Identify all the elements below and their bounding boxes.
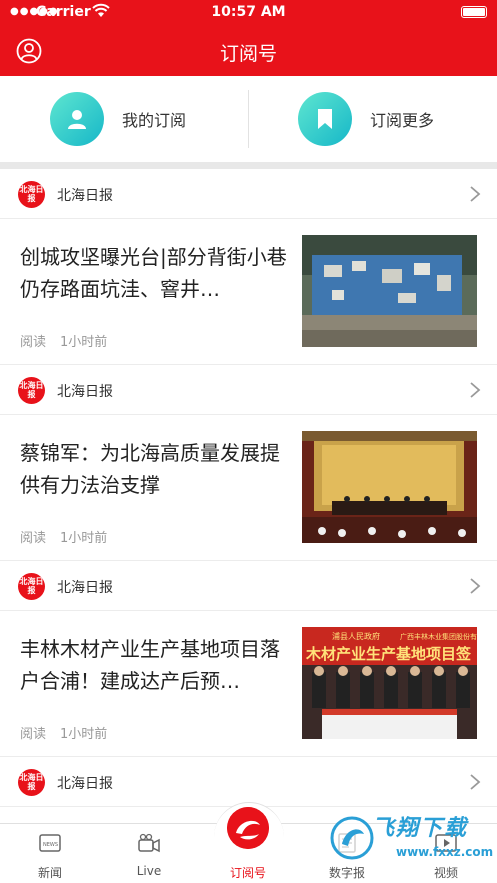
bookmark-icon — [298, 92, 352, 146]
source-name: 北海日报 — [57, 384, 113, 400]
article-time: 1小时前 — [60, 531, 108, 546]
source-logo: 北海日报 — [18, 377, 45, 404]
chevron-right-icon — [470, 382, 481, 398]
watermark-title: 飞翔下载 — [372, 816, 469, 841]
article-time: 1小时前 — [60, 727, 108, 742]
tab-label: 新闻 — [37, 866, 62, 880]
tab-live[interactable]: Live — [99, 824, 199, 883]
article-time: 1小时前 — [60, 335, 108, 350]
tab-label: Live — [136, 864, 162, 878]
source-row[interactable]: 北海日报 北海日报 — [0, 561, 497, 611]
article-thumbnail: 浦县人民政府 广西丰林木业集团股份有 木材产业生产基地项目签 — [302, 627, 477, 739]
source-row[interactable]: 北海日报 北海日报 — [0, 365, 497, 415]
nav-bar: 订阅号 — [0, 26, 497, 76]
read-label: 阅读 — [20, 531, 47, 546]
article-headline: 创城攻坚曝光台|部分背街小巷仍存路面坑洼、窨井… — [20, 245, 287, 301]
watermark-url: www.fxxz.com — [396, 845, 494, 859]
tab-news[interactable]: NEWS 新闻 — [0, 824, 100, 883]
article-thumbnail — [302, 235, 477, 347]
person-icon — [50, 92, 104, 146]
section-separator — [0, 162, 497, 169]
watermark: 飞翔下载 www.fxxz.com — [330, 800, 494, 880]
source-logo: 北海日报 — [18, 181, 45, 208]
banner-right-text: 广西丰林木业集团股份有 — [400, 632, 477, 641]
source-name: 北海日报 — [57, 580, 113, 596]
beihai-logo-icon[interactable] — [227, 807, 269, 849]
watermark-logo-icon — [330, 816, 374, 860]
article-meta: 阅读 1小时前 — [20, 723, 107, 742]
tab-label: 订阅号 — [229, 866, 266, 880]
article-headline: 蔡锦军：为北海高质量发展提供有力法治支撑 — [20, 441, 280, 497]
banner-main-text: 木材产业生产基地项目签 — [305, 645, 472, 663]
article-card[interactable]: 创城攻坚曝光台|部分背街小巷仍存路面坑洼、窨井… 阅读 1小时前 — [0, 219, 497, 365]
divider — [248, 90, 249, 148]
banner-left-text: 浦县人民政府 — [332, 631, 380, 641]
source-logo: 北海日报 — [18, 769, 45, 796]
chevron-right-icon — [470, 578, 481, 594]
feed-list: 北海日报 北海日报 创城攻坚曝光台|部分背街小巷仍存路面坑洼、窨井… 阅读 1小时… — [0, 169, 497, 823]
video-camera-icon — [138, 833, 160, 853]
status-bar: ●●●●● Carrier 10:57 AM — [0, 0, 497, 26]
article-thumbnail — [302, 431, 477, 543]
subscription-shortcuts: 我的订阅 订阅更多 — [0, 76, 497, 162]
chevron-right-icon — [470, 186, 481, 202]
source-name: 北海日报 — [57, 188, 113, 204]
read-label: 阅读 — [20, 727, 47, 742]
news-icon: NEWS — [39, 834, 61, 852]
article-headline: 丰林木材产业生产基地项目落户合浦！建成达产后预… — [20, 637, 280, 693]
source-name: 北海日报 — [57, 776, 113, 792]
article-card[interactable]: 蔡锦军：为北海高质量发展提供有力法治支撑 阅读 1小时前 — [0, 415, 497, 561]
article-meta: 阅读 1小时前 — [20, 527, 107, 546]
my-subscriptions-label: 我的订阅 — [122, 111, 187, 130]
battery-icon — [461, 6, 487, 18]
clock: 10:57 AM — [211, 4, 286, 20]
article-meta: 阅读 1小时前 — [20, 331, 107, 350]
source-logo: 北海日报 — [18, 573, 45, 600]
page-title: 订阅号 — [219, 43, 277, 65]
svg-text:NEWS: NEWS — [43, 842, 58, 848]
source-row[interactable]: 北海日报 北海日报 — [0, 169, 497, 219]
more-subscriptions-label: 订阅更多 — [370, 111, 435, 130]
more-subscriptions-button[interactable]: 订阅更多 — [298, 91, 434, 147]
read-label: 阅读 — [20, 335, 47, 350]
article-card[interactable]: 丰林木材产业生产基地项目落户合浦！建成达产后预… 阅读 1小时前 浦县人民政府 广… — [0, 611, 497, 757]
chevron-right-icon — [470, 774, 481, 790]
my-subscriptions-button[interactable]: 我的订阅 — [50, 91, 186, 147]
